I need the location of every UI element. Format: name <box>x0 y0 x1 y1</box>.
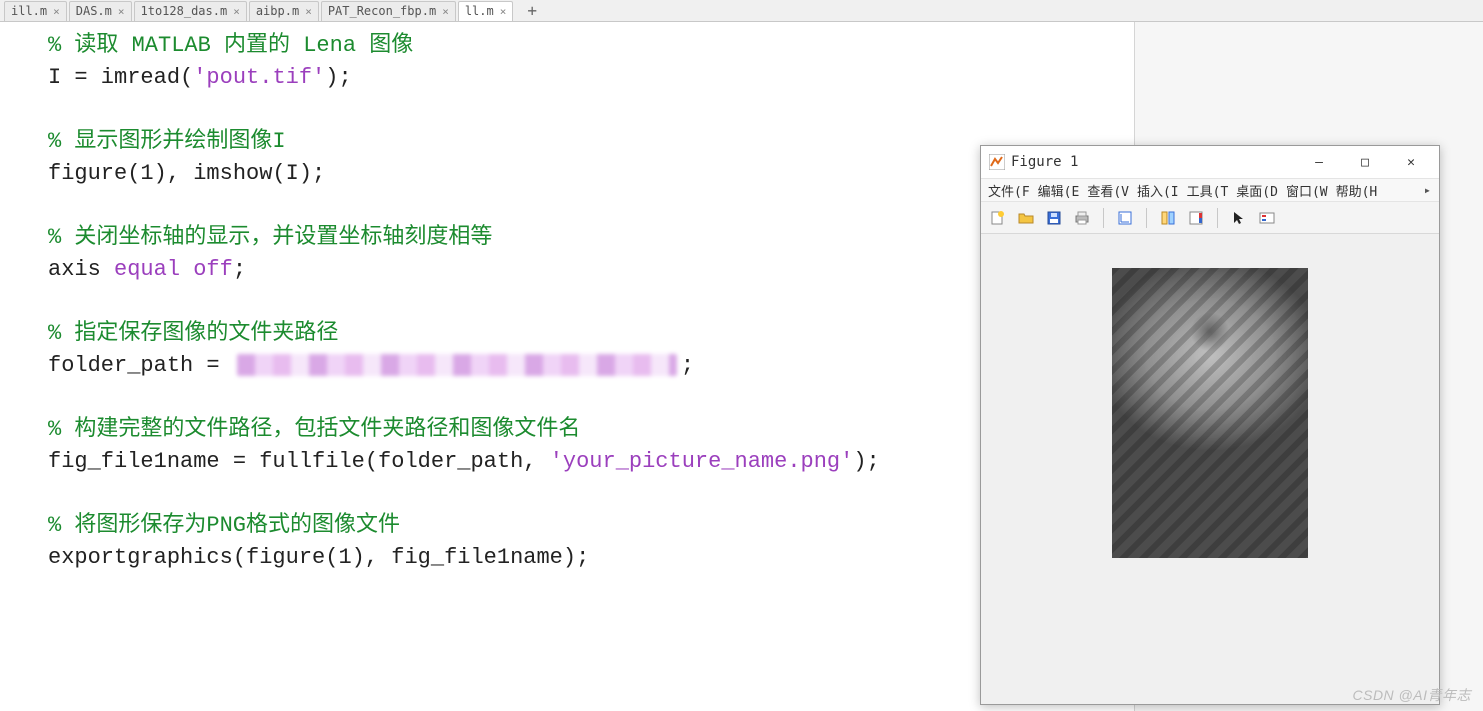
tab-label: 1to128_das.m <box>141 4 228 18</box>
code-editor[interactable]: % 读取 MATLAB 内置的 Lena 图像 I = imread('pout… <box>42 22 1135 711</box>
close-icon[interactable]: × <box>442 5 449 18</box>
displayed-grayscale-image <box>1112 268 1308 558</box>
save-icon[interactable] <box>1043 207 1065 229</box>
editor-gutter <box>0 22 42 711</box>
figure-toolbar <box>981 202 1439 234</box>
file-tab[interactable]: 1to128_das.m × <box>134 1 247 21</box>
window-close-button[interactable]: ✕ <box>1391 148 1431 176</box>
axes-icon[interactable] <box>1114 207 1136 229</box>
open-folder-icon[interactable] <box>1015 207 1037 229</box>
close-icon[interactable]: × <box>118 5 125 18</box>
toolbar-separator <box>1217 208 1218 228</box>
menu-desktop[interactable]: 桌面(D <box>1233 179 1281 202</box>
menu-overflow-icon[interactable]: ▸ <box>1420 183 1435 197</box>
link-plot-icon[interactable] <box>1157 207 1179 229</box>
print-icon[interactable] <box>1071 207 1093 229</box>
toolbar-separator <box>1146 208 1147 228</box>
figure-canvas <box>981 234 1439 704</box>
figure-menubar: 文件(F 编辑(E 查看(V 插入(I 工具(T 桌面(D 窗口(W 帮助(H … <box>981 178 1439 202</box>
file-tab[interactable]: PAT_Recon_fbp.m × <box>321 1 456 21</box>
file-tab-active[interactable]: ll.m × <box>458 1 514 21</box>
menu-tools[interactable]: 工具(T <box>1184 179 1232 202</box>
menu-insert[interactable]: 插入(I <box>1134 179 1182 202</box>
window-maximize-button[interactable]: □ <box>1345 148 1385 176</box>
file-tab[interactable]: DAS.m × <box>69 1 132 21</box>
tab-label: aibp.m <box>256 4 299 18</box>
colorbar-icon[interactable] <box>1185 207 1207 229</box>
figure-titlebar[interactable]: Figure 1 — □ ✕ <box>981 146 1439 178</box>
tab-label: DAS.m <box>76 4 112 18</box>
insert-legend-icon[interactable] <box>1256 207 1278 229</box>
menu-help[interactable]: 帮助(H <box>1333 179 1381 202</box>
window-minimize-button[interactable]: — <box>1299 148 1339 176</box>
menu-view[interactable]: 查看(V <box>1084 179 1132 202</box>
tab-label: PAT_Recon_fbp.m <box>328 4 436 18</box>
file-tab[interactable]: ill.m × <box>4 1 67 21</box>
menu-window[interactable]: 窗口(W <box>1283 179 1331 202</box>
tab-label: ill.m <box>11 4 47 18</box>
toolbar-separator <box>1103 208 1104 228</box>
figure-title: Figure 1 <box>1011 154 1293 170</box>
close-icon[interactable]: × <box>500 5 507 18</box>
editor-tab-bar: ill.m × DAS.m × 1to128_das.m × aibp.m × … <box>0 0 1483 22</box>
close-icon[interactable]: × <box>53 5 60 18</box>
close-icon[interactable]: × <box>305 5 312 18</box>
matlab-figure-icon <box>989 154 1005 170</box>
redacted-path <box>237 354 677 376</box>
edit-plot-cursor-icon[interactable] <box>1228 207 1250 229</box>
close-icon[interactable]: × <box>233 5 240 18</box>
menu-edit[interactable]: 编辑(E <box>1035 179 1083 202</box>
file-tab[interactable]: aibp.m × <box>249 1 319 21</box>
tab-label: ll.m <box>465 4 494 18</box>
menu-file[interactable]: 文件(F <box>985 179 1033 202</box>
new-figure-icon[interactable] <box>987 207 1009 229</box>
figure-window[interactable]: Figure 1 — □ ✕ 文件(F 编辑(E 查看(V 插入(I 工具(T … <box>980 145 1440 705</box>
add-tab-button[interactable]: + <box>521 1 543 20</box>
